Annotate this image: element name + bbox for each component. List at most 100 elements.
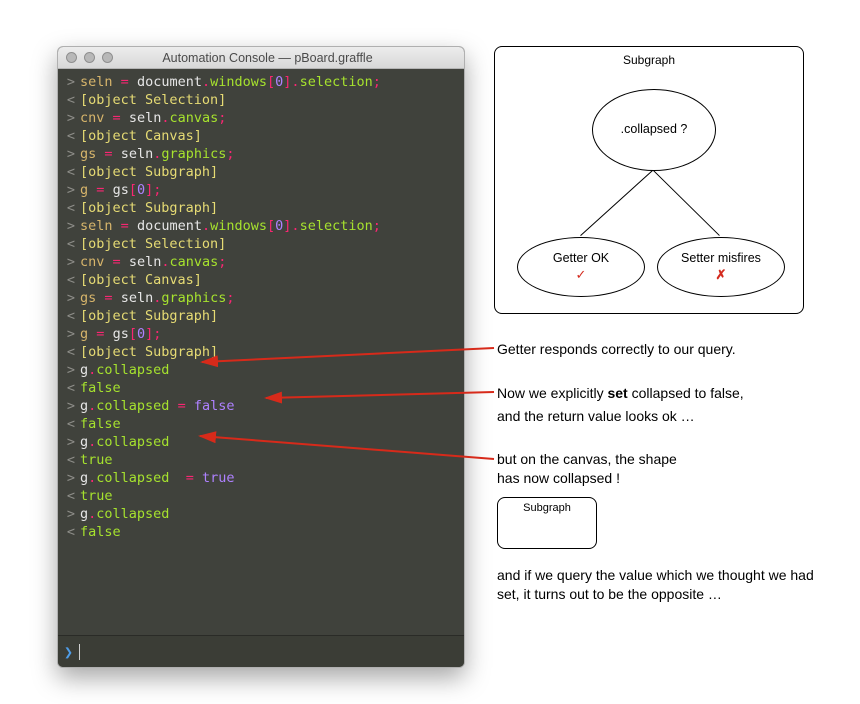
- cross-icon: ✗: [716, 267, 727, 283]
- input-marker-icon: >: [64, 181, 78, 199]
- output-marker-icon: <: [64, 91, 78, 109]
- code-text: gs = seln.graphics;: [78, 289, 235, 307]
- diagram-node-label: .collapsed ?: [621, 122, 688, 138]
- diagram-node-label: Getter OK: [553, 251, 609, 267]
- shape-label: Subgraph: [523, 502, 571, 514]
- diagram-node-label: Setter misfires: [681, 251, 761, 267]
- code-text: false: [78, 523, 121, 541]
- console-output-line: <false: [58, 379, 464, 397]
- output-marker-icon: <: [64, 127, 78, 145]
- console-output-line: <false: [58, 523, 464, 541]
- code-text: cnv = seln.canvas;: [78, 253, 226, 271]
- input-marker-icon: >: [64, 361, 78, 379]
- input-marker-icon: >: [64, 433, 78, 451]
- window-title: Automation Console — pBoard.graffle: [79, 51, 456, 65]
- code-text: true: [78, 451, 113, 469]
- input-marker-icon: >: [64, 289, 78, 307]
- subgraph-diagram: Subgraph .collapsed ? Getter OK ✓ Setter…: [494, 46, 804, 314]
- code-text: g.collapsed: [78, 505, 169, 523]
- collapsed-subgraph-shape: Subgraph: [497, 497, 597, 549]
- input-marker-icon: >: [64, 325, 78, 343]
- output-marker-icon: <: [64, 163, 78, 181]
- console-output-line: <[object Canvas]: [58, 127, 464, 145]
- close-icon[interactable]: [66, 52, 77, 63]
- annotation-text: and the return value looks ok …: [497, 407, 817, 426]
- input-marker-icon: >: [64, 145, 78, 163]
- code-text: [object Selection]: [78, 235, 226, 253]
- console-output-line: <true: [58, 487, 464, 505]
- code-text: gs = seln.graphics;: [78, 145, 235, 163]
- console-output-line: <[object Subgraph]: [58, 163, 464, 181]
- output-marker-icon: <: [64, 307, 78, 325]
- console-output-line: <[object Subgraph]: [58, 199, 464, 217]
- console-input-line: >g.collapsed: [58, 433, 464, 451]
- console-input-line: >g = gs[0];: [58, 325, 464, 343]
- code-text: g.collapsed: [78, 361, 169, 379]
- diagram-node-getter: Getter OK ✓: [517, 237, 645, 297]
- code-text: g = gs[0];: [78, 325, 161, 343]
- input-marker-icon: >: [64, 397, 78, 415]
- output-marker-icon: <: [64, 451, 78, 469]
- input-marker-icon: >: [64, 505, 78, 523]
- output-marker-icon: <: [64, 415, 78, 433]
- window-titlebar[interactable]: Automation Console — pBoard.graffle: [58, 47, 464, 69]
- console-input-line: >seln = document.windows[0].selection;: [58, 73, 464, 91]
- code-text: seln = document.windows[0].selection;: [78, 217, 381, 235]
- check-icon: ✓: [576, 267, 587, 283]
- code-text: [object Canvas]: [78, 127, 202, 145]
- code-text: false: [78, 379, 121, 397]
- code-text: g.collapsed = true: [78, 469, 235, 487]
- console-input-line: >cnv = seln.canvas;: [58, 253, 464, 271]
- output-marker-icon: <: [64, 235, 78, 253]
- console-output-line: <false: [58, 415, 464, 433]
- console-input-bar[interactable]: ❯: [58, 635, 464, 667]
- console-input-line: >gs = seln.graphics;: [58, 145, 464, 163]
- console-input-line: >g.collapsed: [58, 361, 464, 379]
- console-output[interactable]: >seln = document.windows[0].selection;<[…: [58, 69, 464, 635]
- code-text: [object Subgraph]: [78, 199, 218, 217]
- code-text: [object Subgraph]: [78, 163, 218, 181]
- code-text: [object Selection]: [78, 91, 226, 109]
- diagram-node-collapsed-query: .collapsed ?: [592, 89, 716, 171]
- annotation-text: but on the canvas, the shapehas now coll…: [497, 450, 777, 488]
- code-text: g.collapsed = false: [78, 397, 235, 415]
- diagram-title: Subgraph: [495, 53, 803, 67]
- annotation-text: Now we explicitly set collapsed to false…: [497, 384, 837, 403]
- automation-console-window: Automation Console — pBoard.graffle >sel…: [57, 46, 465, 668]
- output-marker-icon: <: [64, 487, 78, 505]
- console-output-line: <[object Subgraph]: [58, 343, 464, 361]
- console-input-line: >g.collapsed = false: [58, 397, 464, 415]
- console-input[interactable]: [80, 644, 458, 660]
- code-text: true: [78, 487, 113, 505]
- input-marker-icon: >: [64, 469, 78, 487]
- output-marker-icon: <: [64, 343, 78, 361]
- input-marker-icon: >: [64, 253, 78, 271]
- console-input-line: >seln = document.windows[0].selection;: [58, 217, 464, 235]
- console-input-line: >cnv = seln.canvas;: [58, 109, 464, 127]
- output-marker-icon: <: [64, 199, 78, 217]
- code-text: [object Subgraph]: [78, 307, 218, 325]
- prompt-icon: ❯: [64, 643, 73, 661]
- annotation-text: and if we query the value which we thoug…: [497, 566, 817, 604]
- code-text: seln = document.windows[0].selection;: [78, 73, 381, 91]
- code-text: false: [78, 415, 121, 433]
- console-output-line: <[object Canvas]: [58, 271, 464, 289]
- console-input-line: >gs = seln.graphics;: [58, 289, 464, 307]
- console-output-line: <[object Selection]: [58, 91, 464, 109]
- code-text: cnv = seln.canvas;: [78, 109, 226, 127]
- input-marker-icon: >: [64, 73, 78, 91]
- input-marker-icon: >: [64, 109, 78, 127]
- console-output-line: <true: [58, 451, 464, 469]
- console-input-line: >g = gs[0];: [58, 181, 464, 199]
- console-output-line: <[object Selection]: [58, 235, 464, 253]
- code-text: g = gs[0];: [78, 181, 161, 199]
- output-marker-icon: <: [64, 271, 78, 289]
- console-input-line: >g.collapsed: [58, 505, 464, 523]
- diagram-node-setter: Setter misfires ✗: [657, 237, 785, 297]
- code-text: [object Subgraph]: [78, 343, 218, 361]
- code-text: [object Canvas]: [78, 271, 202, 289]
- annotation-text: Getter responds correctly to our query.: [497, 340, 817, 359]
- output-marker-icon: <: [64, 379, 78, 397]
- input-marker-icon: >: [64, 217, 78, 235]
- console-input-line: >g.collapsed = true: [58, 469, 464, 487]
